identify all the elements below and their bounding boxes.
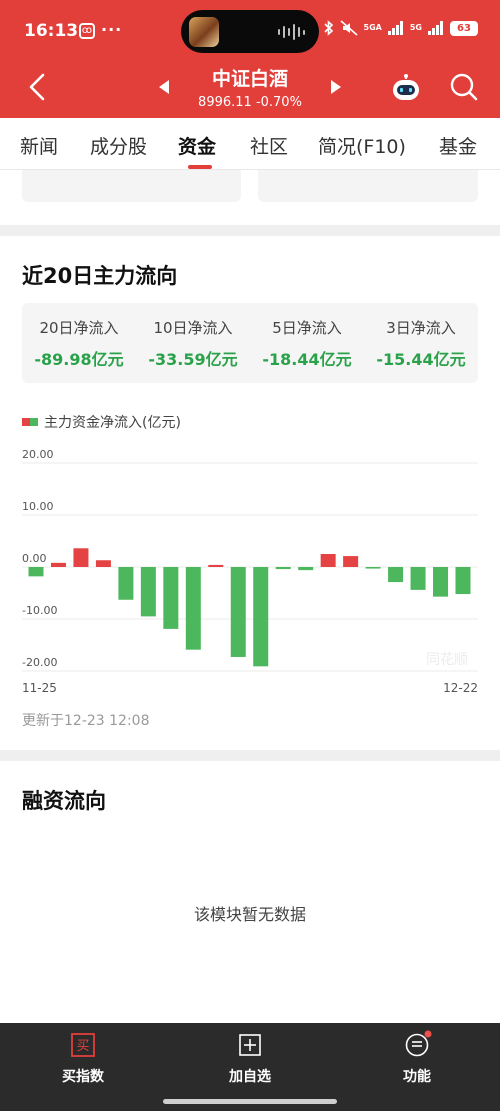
chart-bar	[230, 567, 246, 657]
tab-funds-flow[interactable]: 资金	[178, 132, 216, 159]
previous-section-card	[0, 170, 500, 225]
tab-news[interactable]: 新闻	[20, 132, 58, 159]
chart-bar	[50, 562, 66, 567]
function-label: 功能	[403, 1069, 431, 1085]
y-tick-label: 0.00	[22, 552, 47, 565]
search-icon[interactable]	[449, 72, 479, 102]
bottom-action-bar: 买 买指数 加自选 功能	[0, 1023, 500, 1111]
network-5g-label: 5G	[409, 23, 422, 32]
summary-20d: 20日净流入 -89.98亿元	[22, 303, 136, 383]
x-end-label: 12-22	[443, 681, 478, 695]
summary-3d: 3日净流入 -15.44亿元	[364, 303, 478, 383]
signal-icon	[387, 21, 403, 35]
tab-community[interactable]: 社区	[250, 132, 288, 159]
main-flow-bar-chart[interactable]: 20.00 10.00 0.00 -10.00 -20.00 同花顺 11-25 12-22	[0, 446, 500, 696]
chart-bar	[433, 567, 449, 597]
function-menu-button[interactable]: 功能	[347, 1030, 487, 1093]
update-time: 更新于12-23 12:08	[22, 713, 150, 729]
y-tick-label: -20.00	[22, 656, 57, 669]
chart-legend: 主力资金净流入(亿元)	[22, 412, 181, 432]
legend-label: 主力资金净流入(亿元)	[44, 415, 181, 431]
chart-bar	[410, 567, 426, 590]
status-time: 16:13	[24, 21, 79, 41]
chart-bar	[388, 567, 404, 583]
index-name: 中证白酒	[211, 68, 288, 90]
signal-icon-2	[428, 21, 443, 35]
active-tab-indicator	[188, 165, 212, 169]
chart-bar	[275, 567, 291, 570]
chart-bar	[28, 567, 44, 577]
previous-section-box-right	[258, 170, 478, 202]
chart-bar	[185, 567, 201, 650]
dynamic-island[interactable]	[181, 10, 319, 53]
y-tick-label: -10.00	[22, 604, 57, 617]
summary-5d: 5日净流入 -18.44亿元	[250, 303, 364, 383]
summary-3d-label: 3日净流入	[386, 319, 456, 337]
chart-bar	[298, 567, 314, 571]
x-start-label: 11-25	[22, 681, 57, 695]
summary-10d: 10日净流入 -33.59亿元	[136, 303, 250, 383]
chart-bar	[208, 564, 224, 567]
chart-bar	[163, 567, 179, 629]
buy-index-label: 买指数	[62, 1069, 104, 1085]
margin-financing-title: 融资流向	[22, 789, 106, 813]
chart-bar	[320, 554, 336, 567]
bluetooth-icon	[323, 20, 333, 36]
menu-circle-icon	[405, 1030, 432, 1057]
system-status-icons: 5GA 5G 63	[323, 20, 478, 36]
summary-10d-label: 10日净流入	[153, 319, 233, 337]
chart-bar	[365, 567, 381, 569]
add-watchlist-button[interactable]: 加自选	[180, 1033, 320, 1093]
no-data-message: 该模块暂无数据	[193, 905, 306, 924]
robot-assistant-icon[interactable]	[391, 74, 421, 102]
battery-icon: 63	[450, 20, 478, 36]
summary-5d-value: -18.44亿元	[262, 350, 352, 369]
main-flow-card: 近20日主力流向 20日净流入 -89.98亿元 10日净流入 -33.59亿元…	[0, 236, 500, 750]
status-bar: 16:13 ꝏ ··· 5GA 5G 63	[0, 0, 500, 60]
index-price-change: 8996.11 -0.70%	[198, 95, 302, 110]
chart-bar	[140, 567, 156, 617]
summary-20d-label: 20日净流入	[39, 319, 119, 337]
notification-app-icon: ꝏ	[79, 23, 95, 39]
status-more-dots: ···	[101, 20, 123, 39]
index-title-block: 中证白酒 8996.11 -0.70%	[150, 60, 350, 116]
y-tick-label: 20.00	[22, 448, 54, 461]
home-indicator	[163, 1099, 337, 1104]
svg-text:买: 买	[76, 1039, 89, 1054]
legend-green-swatch	[30, 418, 38, 426]
summary-10d-value: -33.59亿元	[148, 350, 238, 369]
notification-dot	[424, 1030, 432, 1038]
chart-bar	[455, 567, 471, 595]
mute-icon	[340, 20, 358, 36]
next-index-triangle-icon[interactable]	[331, 80, 341, 94]
chart-watermark: 同花顺	[426, 652, 468, 668]
summary-5d-label: 5日净流入	[272, 319, 342, 337]
summary-3d-value: -15.44亿元	[376, 350, 466, 369]
previous-section-box-left	[22, 170, 241, 202]
tab-funds[interactable]: 基金	[439, 132, 477, 159]
now-playing-thumbnail	[189, 17, 219, 47]
chart-bar	[253, 567, 269, 667]
audio-wave-icon	[278, 24, 305, 40]
summary-20d-value: -89.98亿元	[34, 350, 124, 369]
app-header: 16:13 ꝏ ··· 5GA 5G 63 中证白酒 8996.11 -0.70…	[0, 0, 500, 118]
chart-bar	[95, 560, 111, 567]
tab-f10-overview[interactable]: 简况(F10)	[318, 132, 406, 159]
add-watchlist-label: 加自选	[229, 1069, 271, 1085]
buy-icon: 买	[71, 1033, 95, 1057]
chart-bar	[73, 548, 89, 567]
tab-bar: 新闻 成分股 资金 社区 简况(F10) 基金	[0, 118, 500, 170]
chart-bar	[118, 567, 134, 600]
tab-constituents[interactable]: 成分股	[90, 132, 147, 159]
legend-red-swatch	[22, 418, 30, 426]
network-5ga-label: 5GA	[363, 23, 382, 32]
back-chevron-icon[interactable]	[26, 72, 50, 102]
net-inflow-summary: 20日净流入 -89.98亿元 10日净流入 -33.59亿元 5日净流入 -1…	[22, 303, 478, 383]
margin-financing-card: 融资流向 该模块暂无数据	[0, 761, 500, 1023]
main-flow-title: 近20日主力流向	[22, 264, 178, 288]
y-tick-label: 10.00	[22, 500, 54, 513]
add-square-icon	[239, 1034, 261, 1056]
chart-bar	[343, 556, 359, 567]
buy-index-button[interactable]: 买 买指数	[13, 1033, 153, 1093]
